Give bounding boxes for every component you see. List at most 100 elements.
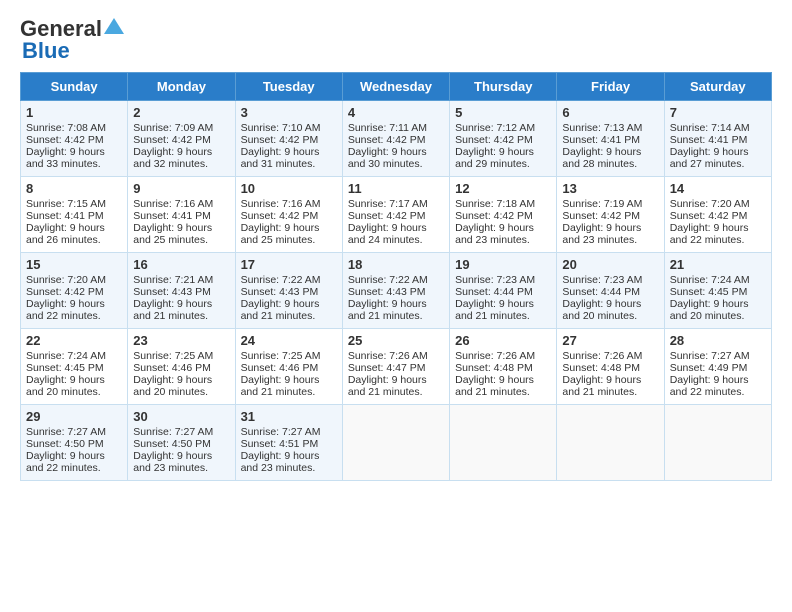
sunset-label: Sunset: 4:46 PM xyxy=(241,362,319,374)
daylight-label: Daylight: 9 hours and 21 minutes. xyxy=(241,298,320,322)
sunset-label: Sunset: 4:41 PM xyxy=(670,134,748,146)
daylight-label: Daylight: 9 hours and 21 minutes. xyxy=(348,374,427,398)
calendar-cell: 3 Sunrise: 7:10 AM Sunset: 4:42 PM Dayli… xyxy=(235,101,342,177)
day-number: 22 xyxy=(26,333,122,348)
daylight-label: Daylight: 9 hours and 21 minutes. xyxy=(348,298,427,322)
sunset-label: Sunset: 4:41 PM xyxy=(562,134,640,146)
calendar-cell: 17 Sunrise: 7:22 AM Sunset: 4:43 PM Dayl… xyxy=(235,253,342,329)
sunset-label: Sunset: 4:45 PM xyxy=(26,362,104,374)
calendar-cell: 27 Sunrise: 7:26 AM Sunset: 4:48 PM Dayl… xyxy=(557,329,664,405)
day-number: 17 xyxy=(241,257,337,272)
calendar-cell: 21 Sunrise: 7:24 AM Sunset: 4:45 PM Dayl… xyxy=(664,253,771,329)
sunset-label: Sunset: 4:44 PM xyxy=(562,286,640,298)
calendar-cell: 5 Sunrise: 7:12 AM Sunset: 4:42 PM Dayli… xyxy=(450,101,557,177)
day-number: 29 xyxy=(26,409,122,424)
calendar-cell: 26 Sunrise: 7:26 AM Sunset: 4:48 PM Dayl… xyxy=(450,329,557,405)
day-number: 7 xyxy=(670,105,766,120)
calendar-cell: 29 Sunrise: 7:27 AM Sunset: 4:50 PM Dayl… xyxy=(21,405,128,481)
calendar-cell: 23 Sunrise: 7:25 AM Sunset: 4:46 PM Dayl… xyxy=(128,329,235,405)
calendar-header-row: SundayMondayTuesdayWednesdayThursdayFrid… xyxy=(21,73,772,101)
sunrise-label: Sunrise: 7:09 AM xyxy=(133,122,213,134)
sunset-label: Sunset: 4:42 PM xyxy=(348,134,426,146)
calendar-cell: 30 Sunrise: 7:27 AM Sunset: 4:50 PM Dayl… xyxy=(128,405,235,481)
sunset-label: Sunset: 4:42 PM xyxy=(133,134,211,146)
logo-icon xyxy=(103,16,125,38)
day-number: 27 xyxy=(562,333,658,348)
day-number: 3 xyxy=(241,105,337,120)
daylight-label: Daylight: 9 hours and 20 minutes. xyxy=(26,374,105,398)
sunrise-label: Sunrise: 7:16 AM xyxy=(133,198,213,210)
daylight-label: Daylight: 9 hours and 23 minutes. xyxy=(455,222,534,246)
sunset-label: Sunset: 4:44 PM xyxy=(455,286,533,298)
calendar-cell: 31 Sunrise: 7:27 AM Sunset: 4:51 PM Dayl… xyxy=(235,405,342,481)
day-number: 20 xyxy=(562,257,658,272)
sunrise-label: Sunrise: 7:15 AM xyxy=(26,198,106,210)
day-number: 8 xyxy=(26,181,122,196)
sunset-label: Sunset: 4:42 PM xyxy=(455,134,533,146)
sunset-label: Sunset: 4:42 PM xyxy=(26,134,104,146)
day-number: 18 xyxy=(348,257,444,272)
daylight-label: Daylight: 9 hours and 29 minutes. xyxy=(455,146,534,170)
sunrise-label: Sunrise: 7:12 AM xyxy=(455,122,535,134)
day-number: 10 xyxy=(241,181,337,196)
daylight-label: Daylight: 9 hours and 24 minutes. xyxy=(348,222,427,246)
day-number: 4 xyxy=(348,105,444,120)
daylight-label: Daylight: 9 hours and 21 minutes. xyxy=(562,374,641,398)
daylight-label: Daylight: 9 hours and 21 minutes. xyxy=(241,374,320,398)
calendar-cell: 14 Sunrise: 7:20 AM Sunset: 4:42 PM Dayl… xyxy=(664,177,771,253)
day-number: 24 xyxy=(241,333,337,348)
daylight-label: Daylight: 9 hours and 25 minutes. xyxy=(133,222,212,246)
calendar-cell: 1 Sunrise: 7:08 AM Sunset: 4:42 PM Dayli… xyxy=(21,101,128,177)
calendar-cell: 18 Sunrise: 7:22 AM Sunset: 4:43 PM Dayl… xyxy=(342,253,449,329)
day-number: 11 xyxy=(348,181,444,196)
day-number: 28 xyxy=(670,333,766,348)
day-number: 30 xyxy=(133,409,229,424)
calendar-cell: 4 Sunrise: 7:11 AM Sunset: 4:42 PM Dayli… xyxy=(342,101,449,177)
sunrise-label: Sunrise: 7:25 AM xyxy=(133,350,213,362)
sunrise-label: Sunrise: 7:16 AM xyxy=(241,198,321,210)
day-number: 1 xyxy=(26,105,122,120)
calendar-cell xyxy=(557,405,664,481)
sunset-label: Sunset: 4:51 PM xyxy=(241,438,319,450)
page: General Blue SundayMondayTuesdayWednesda… xyxy=(0,0,792,612)
sunrise-label: Sunrise: 7:26 AM xyxy=(562,350,642,362)
sunrise-label: Sunrise: 7:23 AM xyxy=(455,274,535,286)
sunset-label: Sunset: 4:42 PM xyxy=(241,134,319,146)
calendar-cell: 2 Sunrise: 7:09 AM Sunset: 4:42 PM Dayli… xyxy=(128,101,235,177)
sunrise-label: Sunrise: 7:22 AM xyxy=(348,274,428,286)
daylight-label: Daylight: 9 hours and 20 minutes. xyxy=(133,374,212,398)
daylight-label: Daylight: 9 hours and 33 minutes. xyxy=(26,146,105,170)
calendar-cell: 9 Sunrise: 7:16 AM Sunset: 4:41 PM Dayli… xyxy=(128,177,235,253)
sunrise-label: Sunrise: 7:22 AM xyxy=(241,274,321,286)
sunset-label: Sunset: 4:41 PM xyxy=(26,210,104,222)
day-number: 14 xyxy=(670,181,766,196)
calendar-cell: 12 Sunrise: 7:18 AM Sunset: 4:42 PM Dayl… xyxy=(450,177,557,253)
sunrise-label: Sunrise: 7:26 AM xyxy=(455,350,535,362)
day-number: 12 xyxy=(455,181,551,196)
sunrise-label: Sunrise: 7:20 AM xyxy=(26,274,106,286)
sunset-label: Sunset: 4:50 PM xyxy=(26,438,104,450)
calendar-cell: 10 Sunrise: 7:16 AM Sunset: 4:42 PM Dayl… xyxy=(235,177,342,253)
sunrise-label: Sunrise: 7:21 AM xyxy=(133,274,213,286)
day-number: 5 xyxy=(455,105,551,120)
daylight-label: Daylight: 9 hours and 23 minutes. xyxy=(133,450,212,474)
sunrise-label: Sunrise: 7:18 AM xyxy=(455,198,535,210)
sunrise-label: Sunrise: 7:24 AM xyxy=(670,274,750,286)
sunrise-label: Sunrise: 7:25 AM xyxy=(241,350,321,362)
calendar-week-2: 15 Sunrise: 7:20 AM Sunset: 4:42 PM Dayl… xyxy=(21,253,772,329)
sunset-label: Sunset: 4:48 PM xyxy=(455,362,533,374)
sunset-label: Sunset: 4:42 PM xyxy=(26,286,104,298)
day-number: 19 xyxy=(455,257,551,272)
calendar-cell xyxy=(664,405,771,481)
sunset-label: Sunset: 4:42 PM xyxy=(670,210,748,222)
sunrise-label: Sunrise: 7:27 AM xyxy=(241,426,321,438)
sunset-label: Sunset: 4:45 PM xyxy=(670,286,748,298)
calendar-cell: 28 Sunrise: 7:27 AM Sunset: 4:49 PM Dayl… xyxy=(664,329,771,405)
calendar-cell: 7 Sunrise: 7:14 AM Sunset: 4:41 PM Dayli… xyxy=(664,101,771,177)
sunset-label: Sunset: 4:43 PM xyxy=(348,286,426,298)
daylight-label: Daylight: 9 hours and 21 minutes. xyxy=(455,298,534,322)
calendar-table: SundayMondayTuesdayWednesdayThursdayFrid… xyxy=(20,72,772,481)
sunrise-label: Sunrise: 7:17 AM xyxy=(348,198,428,210)
sunrise-label: Sunrise: 7:20 AM xyxy=(670,198,750,210)
day-number: 9 xyxy=(133,181,229,196)
